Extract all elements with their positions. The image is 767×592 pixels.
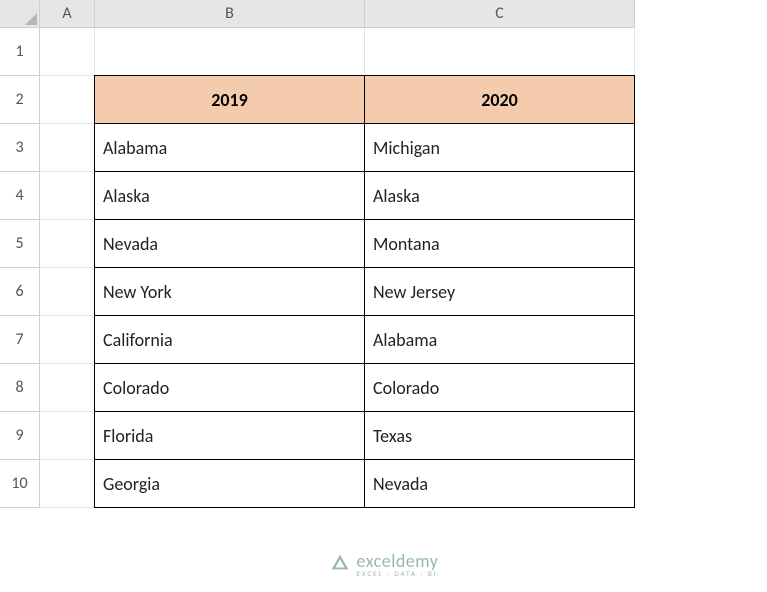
row-header-8[interactable]: 8 [0, 364, 40, 412]
cell-a4[interactable] [40, 172, 95, 220]
watermark-tagline: EXCEL · DATA · BI [357, 570, 439, 577]
table-cell[interactable]: Michigan [364, 123, 635, 172]
table-header-2020[interactable]: 2020 [364, 75, 635, 124]
cell-a9[interactable] [40, 412, 95, 460]
table-cell[interactable]: Alabama [364, 315, 635, 364]
row-header-3[interactable]: 3 [0, 124, 40, 172]
row-header-7[interactable]: 7 [0, 316, 40, 364]
cell-a1[interactable] [40, 28, 95, 76]
col-header-a[interactable]: A [40, 0, 95, 28]
cell-c1[interactable] [365, 28, 635, 76]
table-cell[interactable]: Montana [364, 219, 635, 268]
cell-a8[interactable] [40, 364, 95, 412]
table-cell[interactable]: Alaska [94, 171, 365, 220]
row-header-9[interactable]: 9 [0, 412, 40, 460]
watermark-brand: exceldemy [357, 552, 439, 570]
table-cell[interactable]: New York [94, 267, 365, 316]
cell-a5[interactable] [40, 220, 95, 268]
cell-a3[interactable] [40, 124, 95, 172]
table-cell[interactable]: New Jersey [364, 267, 635, 316]
table-cell[interactable]: Colorado [94, 363, 365, 412]
cell-a7[interactable] [40, 316, 95, 364]
table-cell[interactable]: Nevada [94, 219, 365, 268]
spreadsheet-grid: A B C 1 2 2019 2020 3 Alabama Michigan 4… [0, 0, 635, 508]
row-header-1[interactable]: 1 [0, 28, 40, 76]
table-cell[interactable]: Alabama [94, 123, 365, 172]
table-cell[interactable]: Colorado [364, 363, 635, 412]
table-cell[interactable]: Alaska [364, 171, 635, 220]
logo-icon [329, 551, 351, 578]
table-cell[interactable]: Nevada [364, 459, 635, 508]
select-all-corner[interactable] [0, 0, 40, 28]
row-header-5[interactable]: 5 [0, 220, 40, 268]
row-header-2[interactable]: 2 [0, 76, 40, 124]
cell-a2[interactable] [40, 76, 95, 124]
table-cell[interactable]: Georgia [94, 459, 365, 508]
row-header-6[interactable]: 6 [0, 268, 40, 316]
cell-a10[interactable] [40, 460, 95, 508]
cell-a6[interactable] [40, 268, 95, 316]
table-cell[interactable]: Florida [94, 411, 365, 460]
row-header-10[interactable]: 10 [0, 460, 40, 508]
table-cell[interactable]: California [94, 315, 365, 364]
table-cell[interactable]: Texas [364, 411, 635, 460]
watermark: exceldemy EXCEL · DATA · BI [329, 551, 439, 578]
row-header-4[interactable]: 4 [0, 172, 40, 220]
col-header-c[interactable]: C [365, 0, 635, 28]
table-header-2019[interactable]: 2019 [94, 75, 365, 124]
cell-b1[interactable] [95, 28, 365, 76]
col-header-b[interactable]: B [95, 0, 365, 28]
